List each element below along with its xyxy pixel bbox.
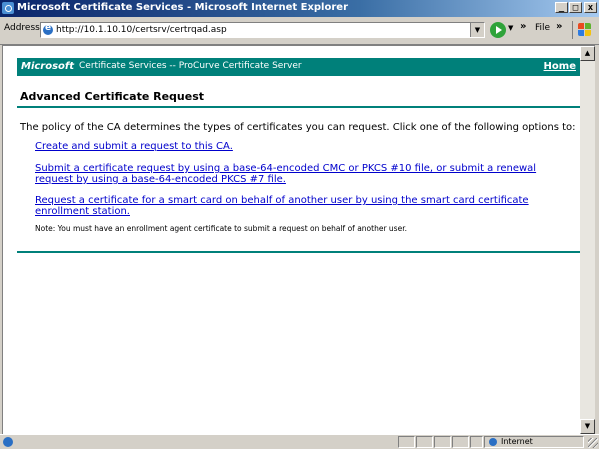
globe-icon: [489, 438, 497, 446]
scroll-up-button[interactable]: ▲: [580, 46, 595, 61]
address-input[interactable]: [56, 24, 466, 36]
enrollment-note: Note: You must have an enrollment agent …: [35, 224, 407, 233]
vertical-scrollbar[interactable]: ▲ ▼: [580, 46, 595, 434]
minimize-button[interactable]: _: [555, 2, 568, 13]
window-title: Microsoft Certificate Services - Microso…: [17, 2, 348, 13]
go-button[interactable]: [490, 22, 506, 38]
intro-text: The policy of the CA determines the type…: [20, 122, 576, 133]
security-zone: Internet: [484, 436, 584, 448]
submit-base64-request-link[interactable]: Submit a certificate request by using a …: [35, 163, 575, 185]
ie-icon: [2, 2, 14, 14]
create-request-link[interactable]: Create and submit a request to this CA.: [35, 141, 575, 152]
windows-logo-icon: [572, 21, 593, 39]
smart-card-request-link[interactable]: Request a certificate for a smart card o…: [35, 195, 575, 217]
status-pane: [434, 436, 451, 448]
toolbar-chevron-icon[interactable]: »: [520, 21, 526, 32]
address-bar: Address ▼ ▼ » File »: [0, 17, 599, 45]
title-bar[interactable]: Microsoft Certificate Services - Microso…: [0, 0, 599, 17]
service-label: Certificate Services -- ProCurve Certifi…: [79, 61, 302, 71]
page-title: Advanced Certificate Request: [20, 90, 205, 103]
status-pane: [398, 436, 415, 448]
address-label: Address: [4, 23, 40, 33]
service-banner: Microsoft Certificate Services -- ProCur…: [17, 58, 580, 76]
status-pane: [452, 436, 469, 448]
resize-grip[interactable]: [588, 438, 598, 448]
scroll-down-button[interactable]: ▼: [580, 419, 595, 434]
address-dropdown-button[interactable]: ▼: [470, 23, 484, 37]
window-controls: _ □ x: [554, 2, 597, 13]
page-status-icon: [3, 437, 13, 447]
status-pane: [416, 436, 433, 448]
address-field[interactable]: ▼: [40, 22, 485, 38]
menu-chevron-icon[interactable]: »: [556, 21, 562, 32]
go-dropdown-icon[interactable]: ▼: [508, 24, 513, 32]
close-button[interactable]: x: [584, 2, 597, 13]
page-icon: [43, 23, 53, 35]
file-menu[interactable]: File: [535, 23, 550, 33]
footer-divider: [17, 251, 580, 253]
page-content: Microsoft Certificate Services -- ProCur…: [3, 46, 581, 434]
maximize-button[interactable]: □: [569, 2, 582, 13]
status-pane: [470, 436, 483, 448]
status-bar: Internet: [0, 434, 599, 449]
zone-label: Internet: [501, 437, 533, 446]
brand-label: Microsoft: [21, 61, 75, 72]
browser-viewport: Microsoft Certificate Services -- ProCur…: [2, 45, 595, 434]
home-link[interactable]: Home: [544, 61, 576, 72]
title-divider: [17, 106, 580, 108]
